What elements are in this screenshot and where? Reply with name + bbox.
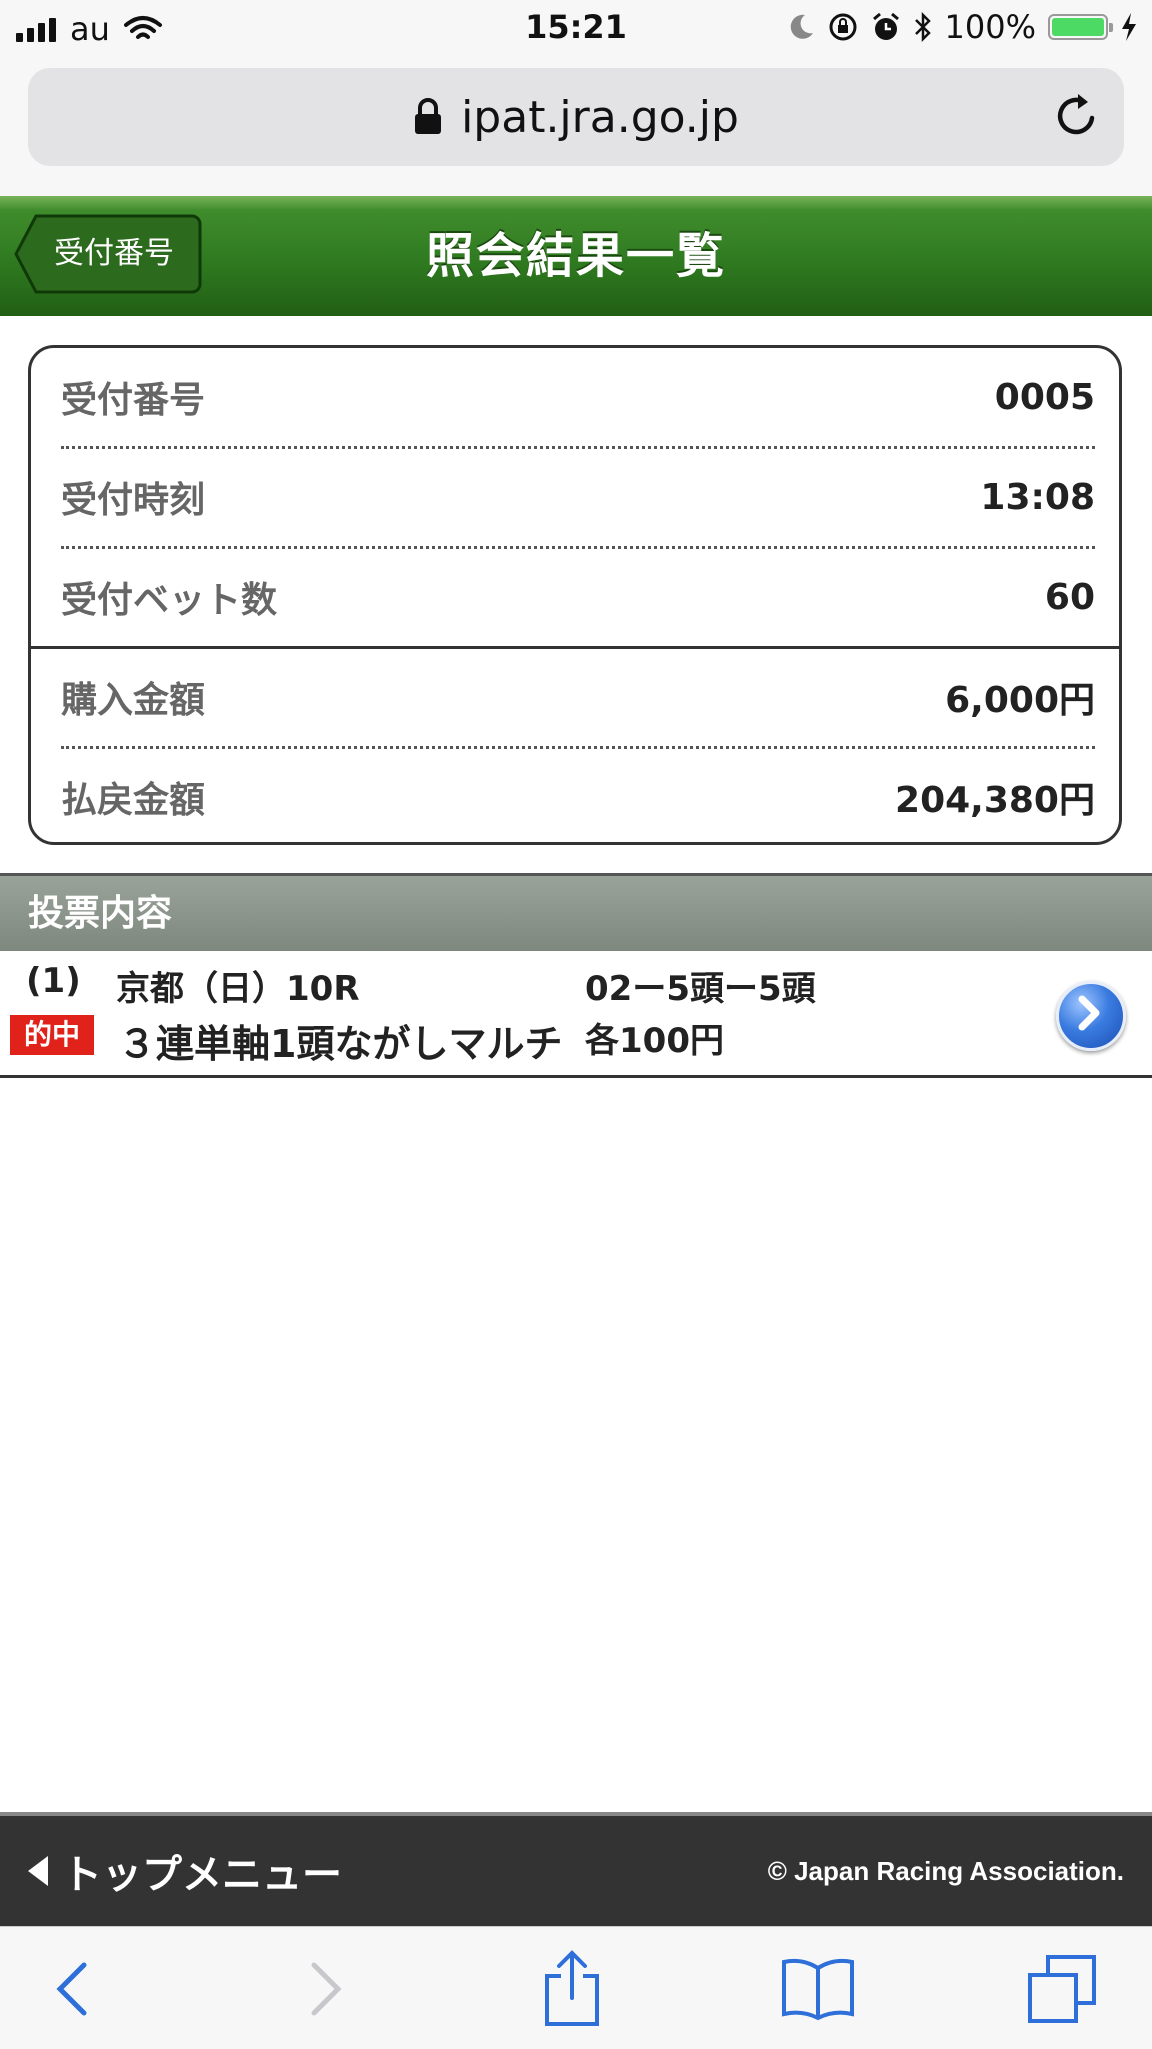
summary-row: 払戻金額 204,380円 xyxy=(61,748,1095,846)
top-menu-link[interactable]: トップメニュー xyxy=(26,1816,342,1926)
battery-percent: 100% xyxy=(944,8,1036,46)
summary-value: 6,000円 xyxy=(945,680,1095,721)
summary-card: 受付番号 0005 受付時刻 13:08 受付ベット数 60 購入金額 6,00… xyxy=(28,345,1122,845)
charging-icon xyxy=(1122,13,1136,41)
bookmarks-icon[interactable] xyxy=(778,1949,858,2029)
summary-row: 受付ベット数 60 xyxy=(61,548,1095,646)
forward-icon[interactable] xyxy=(286,1949,366,2029)
browser-toolbar xyxy=(0,1926,1152,2049)
url-text: ipat.jra.go.jp xyxy=(461,91,739,143)
caret-left-icon xyxy=(28,1856,48,1886)
summary-value: 60 xyxy=(1044,576,1095,618)
bet-type: ３連単軸1頭ながしマルチ xyxy=(118,1022,563,1066)
reload-icon[interactable] xyxy=(1054,92,1100,140)
address-bar[interactable]: ipat.jra.go.jp xyxy=(28,68,1124,166)
summary-label: 受付時刻 xyxy=(61,480,206,521)
lock-icon xyxy=(415,98,442,134)
status-icons: 100% xyxy=(789,8,1138,46)
footer-bar: トップメニュー © Japan Racing Association. xyxy=(0,1812,1152,1930)
moon-icon xyxy=(790,14,813,39)
detail-arrow-icon[interactable] xyxy=(1056,981,1126,1051)
summary-value: 0005 xyxy=(994,376,1095,418)
summary-label: 受付ベット数 xyxy=(61,580,278,621)
copyright: © Japan Racing Association. xyxy=(767,1856,1124,1886)
hit-badge: 的中 xyxy=(10,1015,94,1055)
orientation-lock-icon xyxy=(829,13,857,41)
section-title: 投票内容 xyxy=(28,893,173,934)
tabs-icon[interactable] xyxy=(1022,1949,1102,2029)
back-icon[interactable] xyxy=(32,1949,112,2029)
page-header: 受付番号 照会結果一覧 xyxy=(0,196,1152,316)
summary-label: 受付番号 xyxy=(61,380,206,421)
summary-label: 購入金額 xyxy=(61,680,206,721)
bet-amount: 各100円 xyxy=(585,1021,724,1061)
summary-label: 払戻金額 xyxy=(61,780,206,821)
summary-row: 受付番号 0005 xyxy=(61,348,1095,446)
alarm-icon xyxy=(872,12,899,40)
summary-row: 購入金額 6,000円 xyxy=(61,648,1095,746)
section-header: 投票内容 xyxy=(0,873,1152,954)
bet-combination: 02ー5頭ー5頭 xyxy=(585,969,816,1009)
browser-chrome: ipat.jra.go.jp xyxy=(0,58,1152,196)
bluetooth-icon xyxy=(914,11,931,43)
top-menu-label: トップメニュー xyxy=(62,1852,342,1898)
status-bar: au 15:21 100% xyxy=(0,0,1152,58)
bet-venue: 京都（日）10R xyxy=(116,969,360,1009)
share-icon[interactable] xyxy=(532,1949,612,2029)
summary-row: 受付時刻 13:08 xyxy=(61,448,1095,546)
battery-icon xyxy=(1048,14,1113,40)
page-title: 照会結果一覧 xyxy=(425,228,726,284)
summary-value: 204,380円 xyxy=(895,780,1095,821)
bet-row[interactable]: (1) 京都（日）10R 02ー5頭ー5頭 的中 ３連単軸1頭ながしマルチ 各1… xyxy=(0,951,1152,1078)
bet-index: (1) xyxy=(26,961,81,1001)
summary-value: 13:08 xyxy=(980,476,1095,518)
